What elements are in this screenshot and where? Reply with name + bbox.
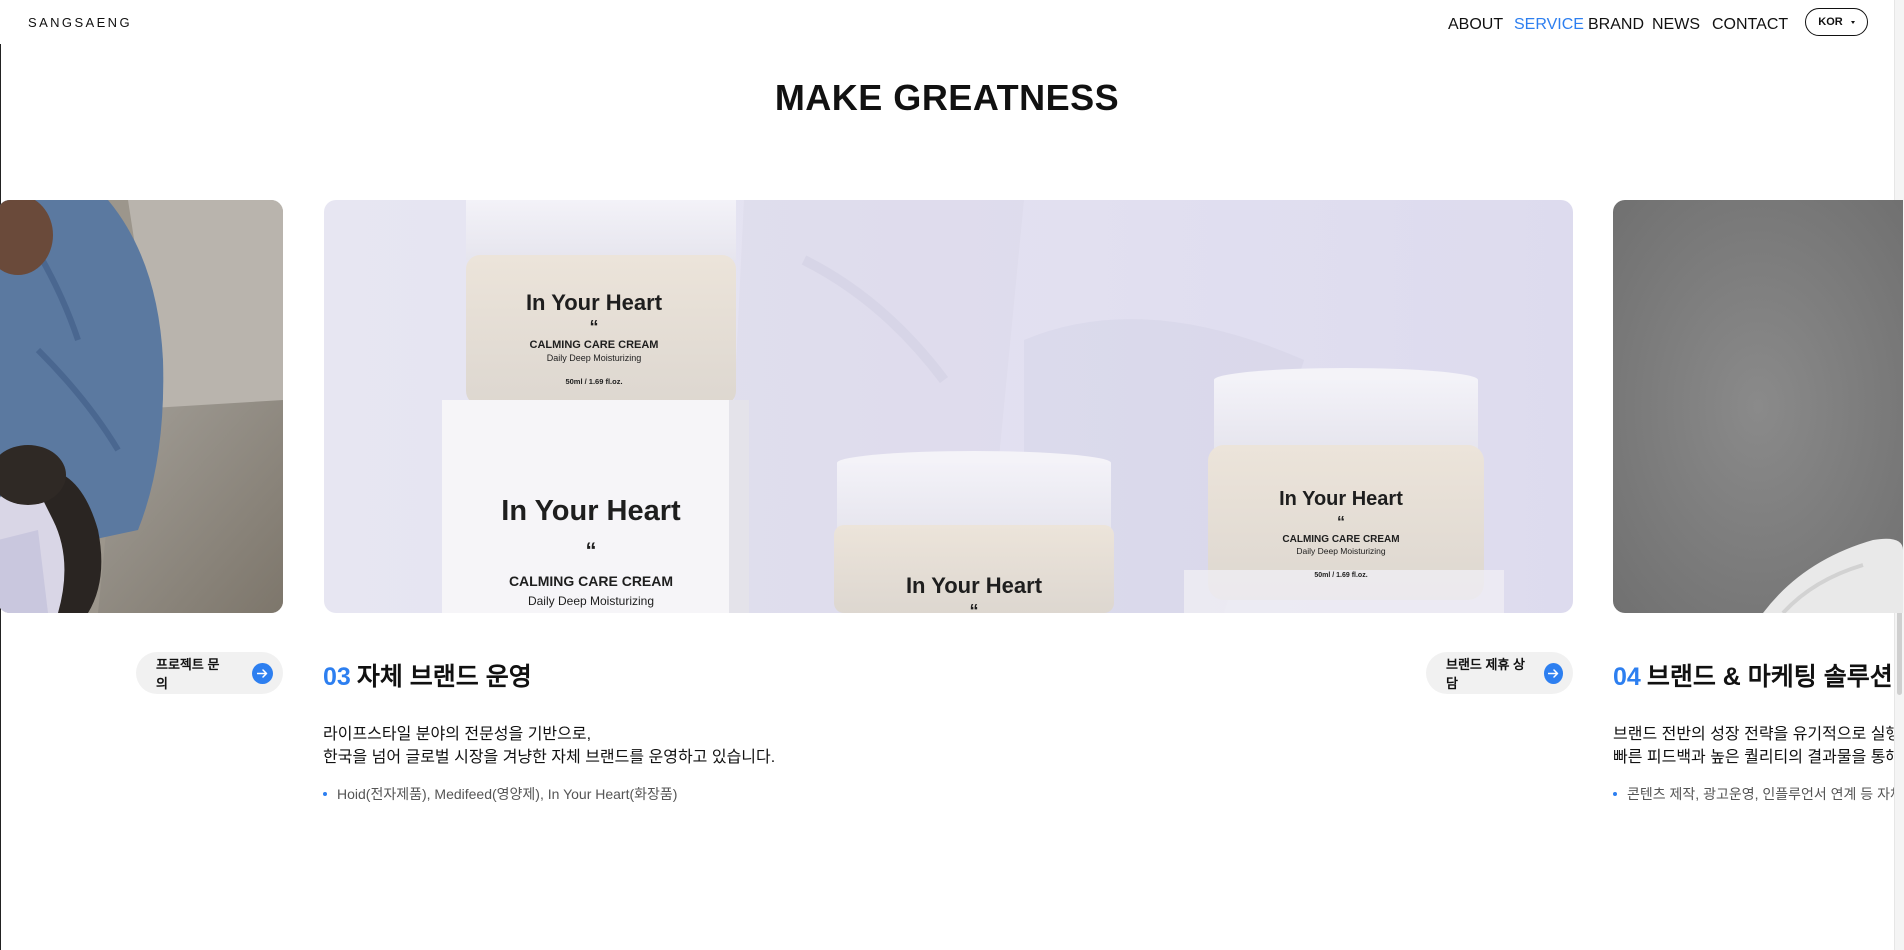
brand-partnership-button[interactable]: 브랜드 제휴 상담 [1426, 652, 1573, 694]
bullet-text: Hoid(전자제품), Medifeed(영양제), In Your Heart… [337, 786, 678, 802]
nav-contact[interactable]: CONTACT [1712, 16, 1788, 34]
service-title-text: 자체 브랜드 운영 [356, 663, 532, 691]
svg-text:CALMING CARE CREAM: CALMING CARE CREAM [509, 573, 673, 589]
page-title: MAKE GREATNESS [774, 77, 1120, 118]
description-line: 빠른 피드백과 높은 퀄리티의 결과물을 통해 마 [1613, 749, 1894, 766]
right-card-image [1613, 200, 1903, 613]
service-title-04: 04 브랜드 & 마케팅 솔루션 [1613, 657, 1893, 693]
svg-text:Daily Deep Moisturizing: Daily Deep Moisturizing [547, 353, 642, 363]
language-label: KOR [1818, 16, 1843, 28]
svg-text:“: “ [586, 538, 597, 563]
arrow-right-icon [252, 662, 273, 684]
service-number: 03 [323, 663, 351, 691]
right-card-text: 04 브랜드 & 마케팅 솔루션 브랜드 전반의 성장 전략을 유기적으로 실행하… [1613, 640, 1894, 820]
site-header: SANGSAENG ABOUT SERVICE BRAND NEWS CONTA… [0, 0, 1894, 44]
service-description-04: 브랜드 전반의 성장 전략을 유기적으로 실행하 빠른 피드백과 높은 퀄리티의… [1613, 723, 1894, 769]
svg-text:In Your Heart: In Your Heart [906, 573, 1043, 598]
svg-text:Daily Deep Moisturizing: Daily Deep Moisturizing [1296, 546, 1386, 556]
service-bullet-04: 콘텐츠 제작, 광고운영, 인플루언서 연계 등 자체 [1613, 784, 1894, 804]
service-description-03: 라이프스타일 분야의 전문성을 기반으로, 한국을 넘어 글로벌 시장을 겨냥한… [323, 723, 775, 769]
left-card-image [0, 200, 283, 613]
svg-text:50ml / 1.69 fl.oz.: 50ml / 1.69 fl.oz. [565, 377, 622, 386]
language-selector[interactable]: KOR [1805, 8, 1868, 36]
description-line: 한국을 넘어 글로벌 시장을 겨냥한 자체 브랜드를 운영하고 있습니다. [323, 749, 776, 766]
svg-text:CALMING CARE CREAM: CALMING CARE CREAM [530, 339, 659, 351]
svg-text:CALMING CARE CREAM: CALMING CARE CREAM [1282, 534, 1399, 545]
center-card-image: In Your Heart “ CALMING CARE CREAM Daily… [324, 200, 1573, 613]
nav-news[interactable]: NEWS [1652, 16, 1700, 34]
svg-text:“: “ [970, 601, 979, 613]
service-title-03: 03 자체 브랜드 운영 [323, 657, 532, 693]
brand-partnership-label: 브랜드 제휴 상담 [1446, 657, 1525, 691]
bullet-dot-icon [1613, 792, 1617, 796]
svg-text:Daily Deep Moisturizing: Daily Deep Moisturizing [528, 594, 654, 608]
service-bullet-03: Hoid(전자제품), Medifeed(영양제), In Your Heart… [323, 784, 677, 804]
nav-brand[interactable]: BRAND [1588, 16, 1644, 34]
svg-text:In Your Heart: In Your Heart [1279, 488, 1403, 510]
description-line: 라이프스타일 분야의 전문성을 기반으로, [323, 726, 592, 743]
nav-about[interactable]: ABOUT [1448, 16, 1503, 34]
bullet-text: 콘텐츠 제작, 광고운영, 인플루언서 연계 등 자체 [1627, 786, 1894, 802]
project-inquiry-button[interactable]: 프로젝트 문의 [136, 652, 283, 694]
svg-text:“: “ [1337, 514, 1345, 531]
svg-text:50ml / 1.69 fl.oz.: 50ml / 1.69 fl.oz. [1314, 572, 1367, 579]
bullet-dot-icon [323, 792, 327, 796]
service-title-text: 브랜드 & 마케팅 솔루션 [1646, 663, 1893, 691]
project-inquiry-label: 프로젝트 문의 [156, 657, 220, 691]
svg-text:In Your Heart: In Your Heart [501, 495, 681, 527]
service-number: 04 [1613, 663, 1641, 691]
svg-text:“: “ [590, 317, 599, 337]
description-line: 브랜드 전반의 성장 전략을 유기적으로 실행하 [1613, 726, 1894, 743]
site-logo[interactable]: SANGSAENG [28, 15, 132, 30]
arrow-right-icon [1543, 662, 1563, 684]
nav-service[interactable]: SERVICE [1514, 16, 1584, 34]
jar-brand-label: In Your Heart [526, 290, 663, 315]
caret-down-icon [1850, 20, 1855, 24]
